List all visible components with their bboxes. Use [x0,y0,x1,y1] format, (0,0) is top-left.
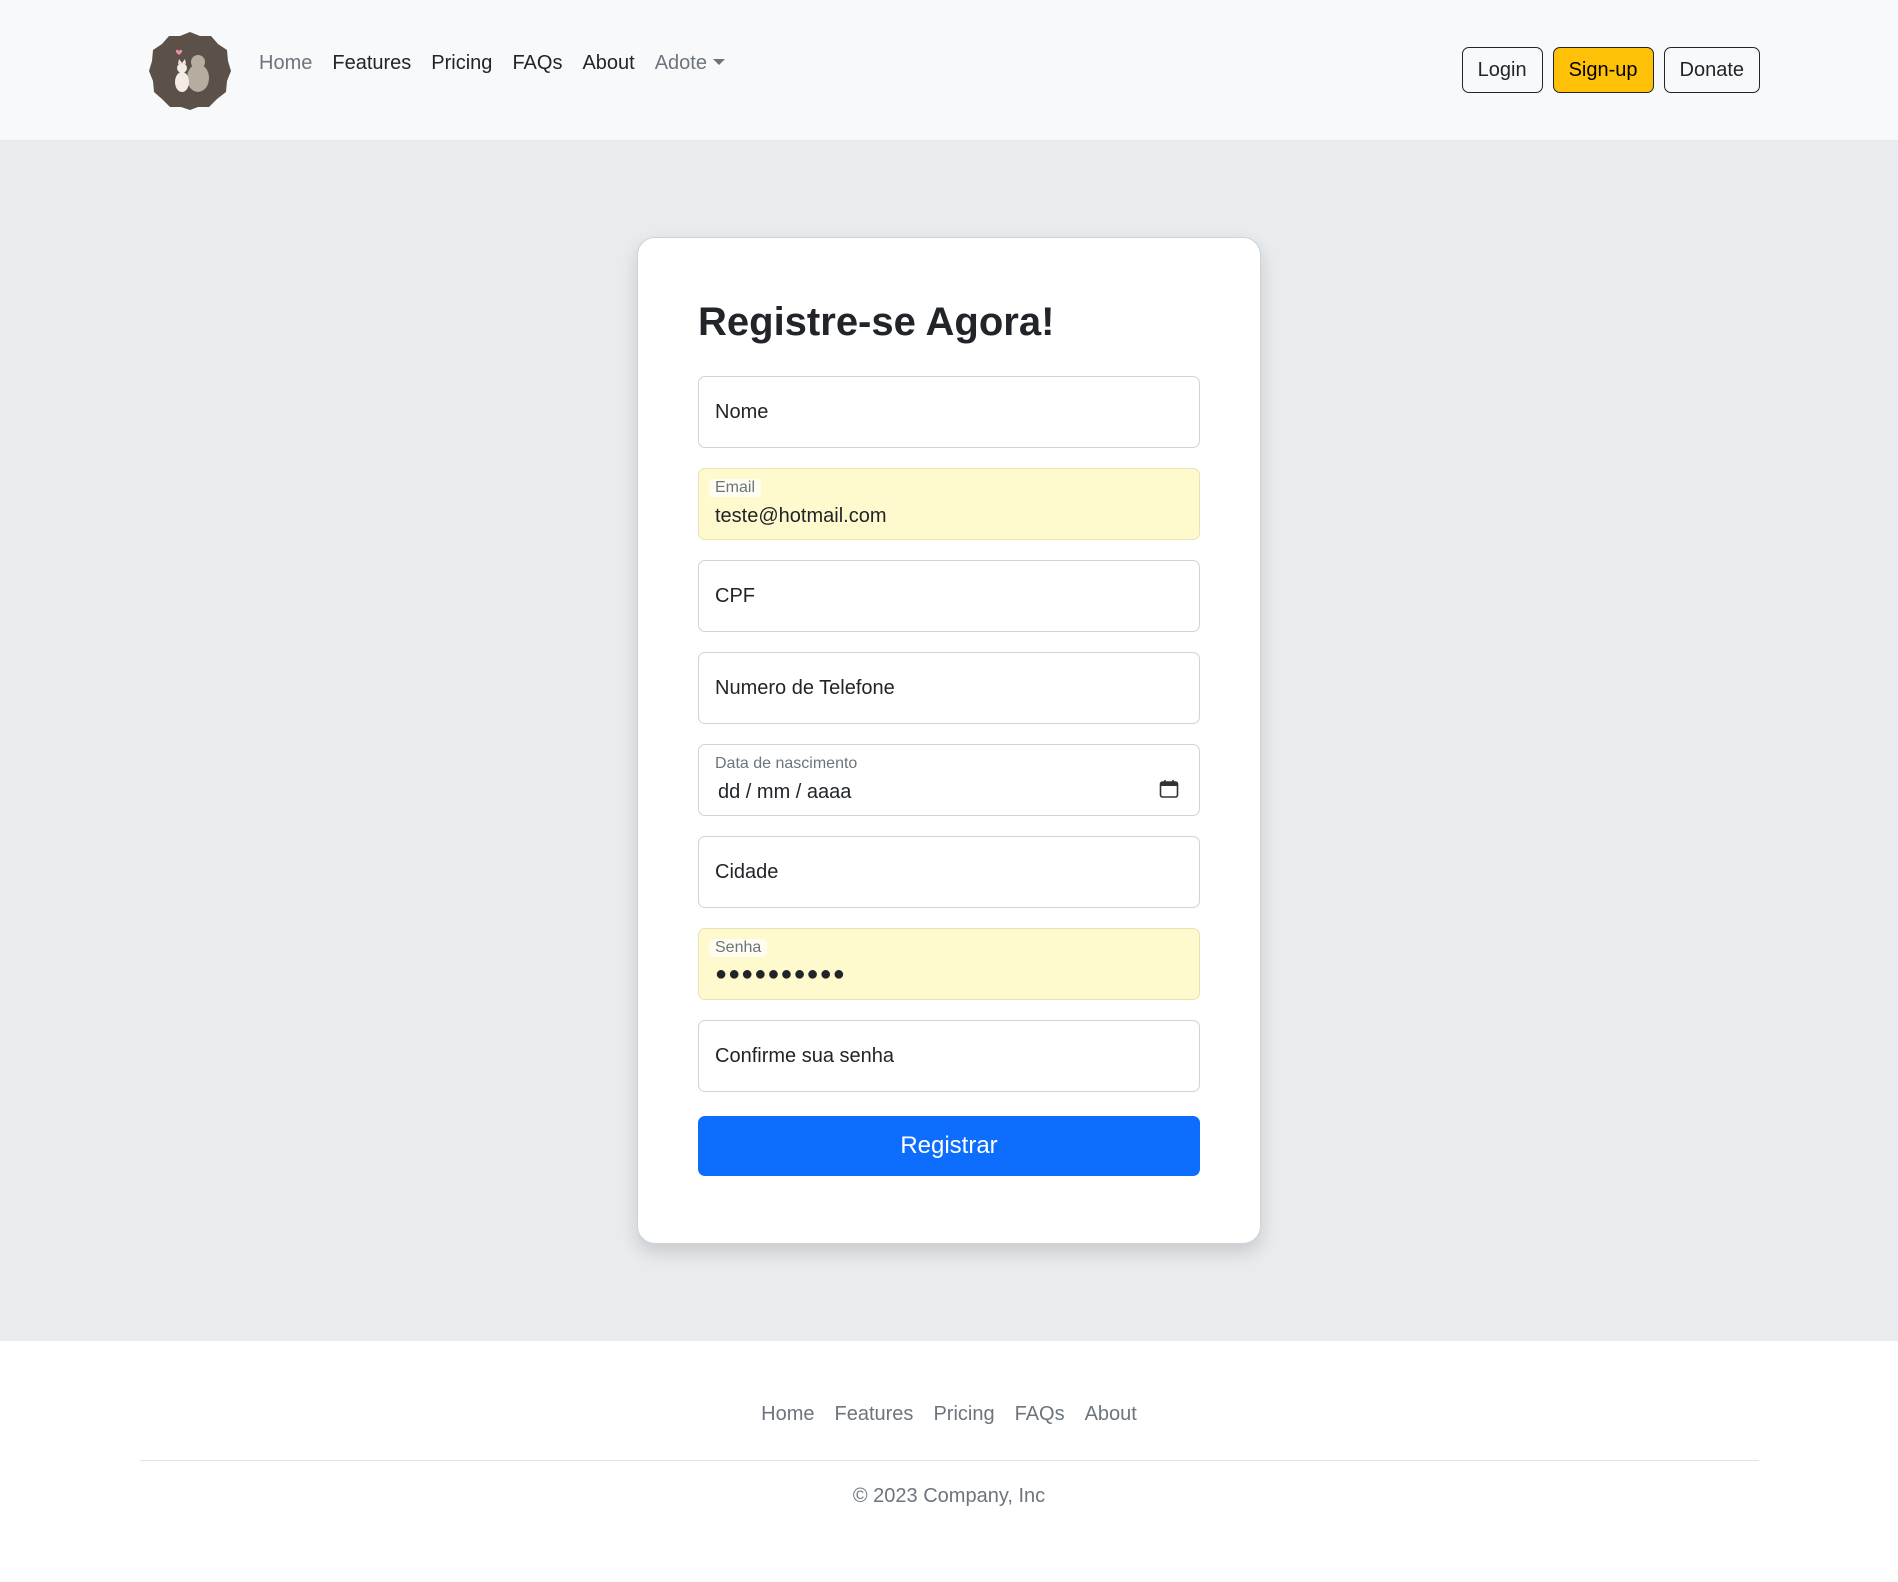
footer-link-about[interactable]: About [1085,1403,1137,1426]
cidade-placeholder: Cidade [715,861,779,883]
nav-about[interactable]: About [582,52,634,75]
signup-button[interactable]: Sign-up [1552,47,1654,93]
nav-adote-dropdown[interactable]: Adote [655,52,725,75]
telefone-field[interactable]: Numero de Telefone [698,652,1200,724]
footer-link-home[interactable]: Home [761,1403,814,1426]
footer-link-faqs[interactable]: FAQs [1015,1403,1065,1426]
main-nav: Home Features Pricing FAQs About Adote [259,52,745,75]
email-label: Email [709,479,762,497]
nascimento-date-field[interactable]: Data de nascimento dd / mm / aaaa [698,744,1200,816]
registrar-button[interactable]: Registrar [698,1116,1200,1176]
nav-faqs[interactable]: FAQs [512,52,562,75]
footer: Home Features Pricing FAQs About © 2023 … [0,1341,1898,1582]
register-card: Registre-se Agora! Nome Email teste@hotm… [637,237,1261,1244]
nav-pricing[interactable]: Pricing [431,52,492,75]
senha-label: Senha [709,939,768,957]
nome-field[interactable]: Nome [698,376,1200,448]
senha-value: ●●●●●●●●●● [715,963,846,985]
confirme-senha-field[interactable]: Confirme sua senha [698,1020,1200,1092]
nascimento-value: dd / mm / aaaa [718,781,852,803]
cpf-field[interactable]: CPF [698,560,1200,632]
footer-divider [140,1460,1759,1461]
copyright: © 2023 Company, Inc [852,1485,1046,1507]
confirme-placeholder: Confirme sua senha [715,1045,894,1067]
email-field[interactable]: Email teste@hotmail.com [698,468,1200,540]
email-value: teste@hotmail.com [715,505,887,527]
auth-buttons: Login Sign-up Donate [1452,47,1760,93]
logo-cat-dog-icon[interactable] [148,30,232,110]
footer-link-pricing[interactable]: Pricing [933,1403,994,1426]
footer-nav: Home Features Pricing FAQs About [0,1403,1898,1426]
footer-link-features[interactable]: Features [835,1403,914,1426]
main-content: Registre-se Agora! Nome Email teste@hotm… [0,141,1898,1341]
nome-placeholder: Nome [715,401,769,423]
navbar: Home Features Pricing FAQs About Adote L… [0,0,1898,141]
cpf-placeholder: CPF [715,585,755,607]
chevron-down-icon [712,59,725,65]
telefone-placeholder: Numero de Telefone [715,677,895,699]
donate-button[interactable]: Donate [1663,47,1760,93]
nascimento-label: Data de nascimento [709,755,864,773]
calendar-icon[interactable] [1159,779,1179,799]
cidade-field[interactable]: Cidade [698,836,1200,908]
nav-adote-label: Adote [654,52,707,74]
login-button[interactable]: Login [1461,47,1543,93]
page-title: Registre-se Agora! [698,300,1055,344]
senha-field[interactable]: Senha ●●●●●●●●●● [698,928,1200,1000]
nav-features[interactable]: Features [332,52,411,75]
nav-home[interactable]: Home [259,52,312,75]
